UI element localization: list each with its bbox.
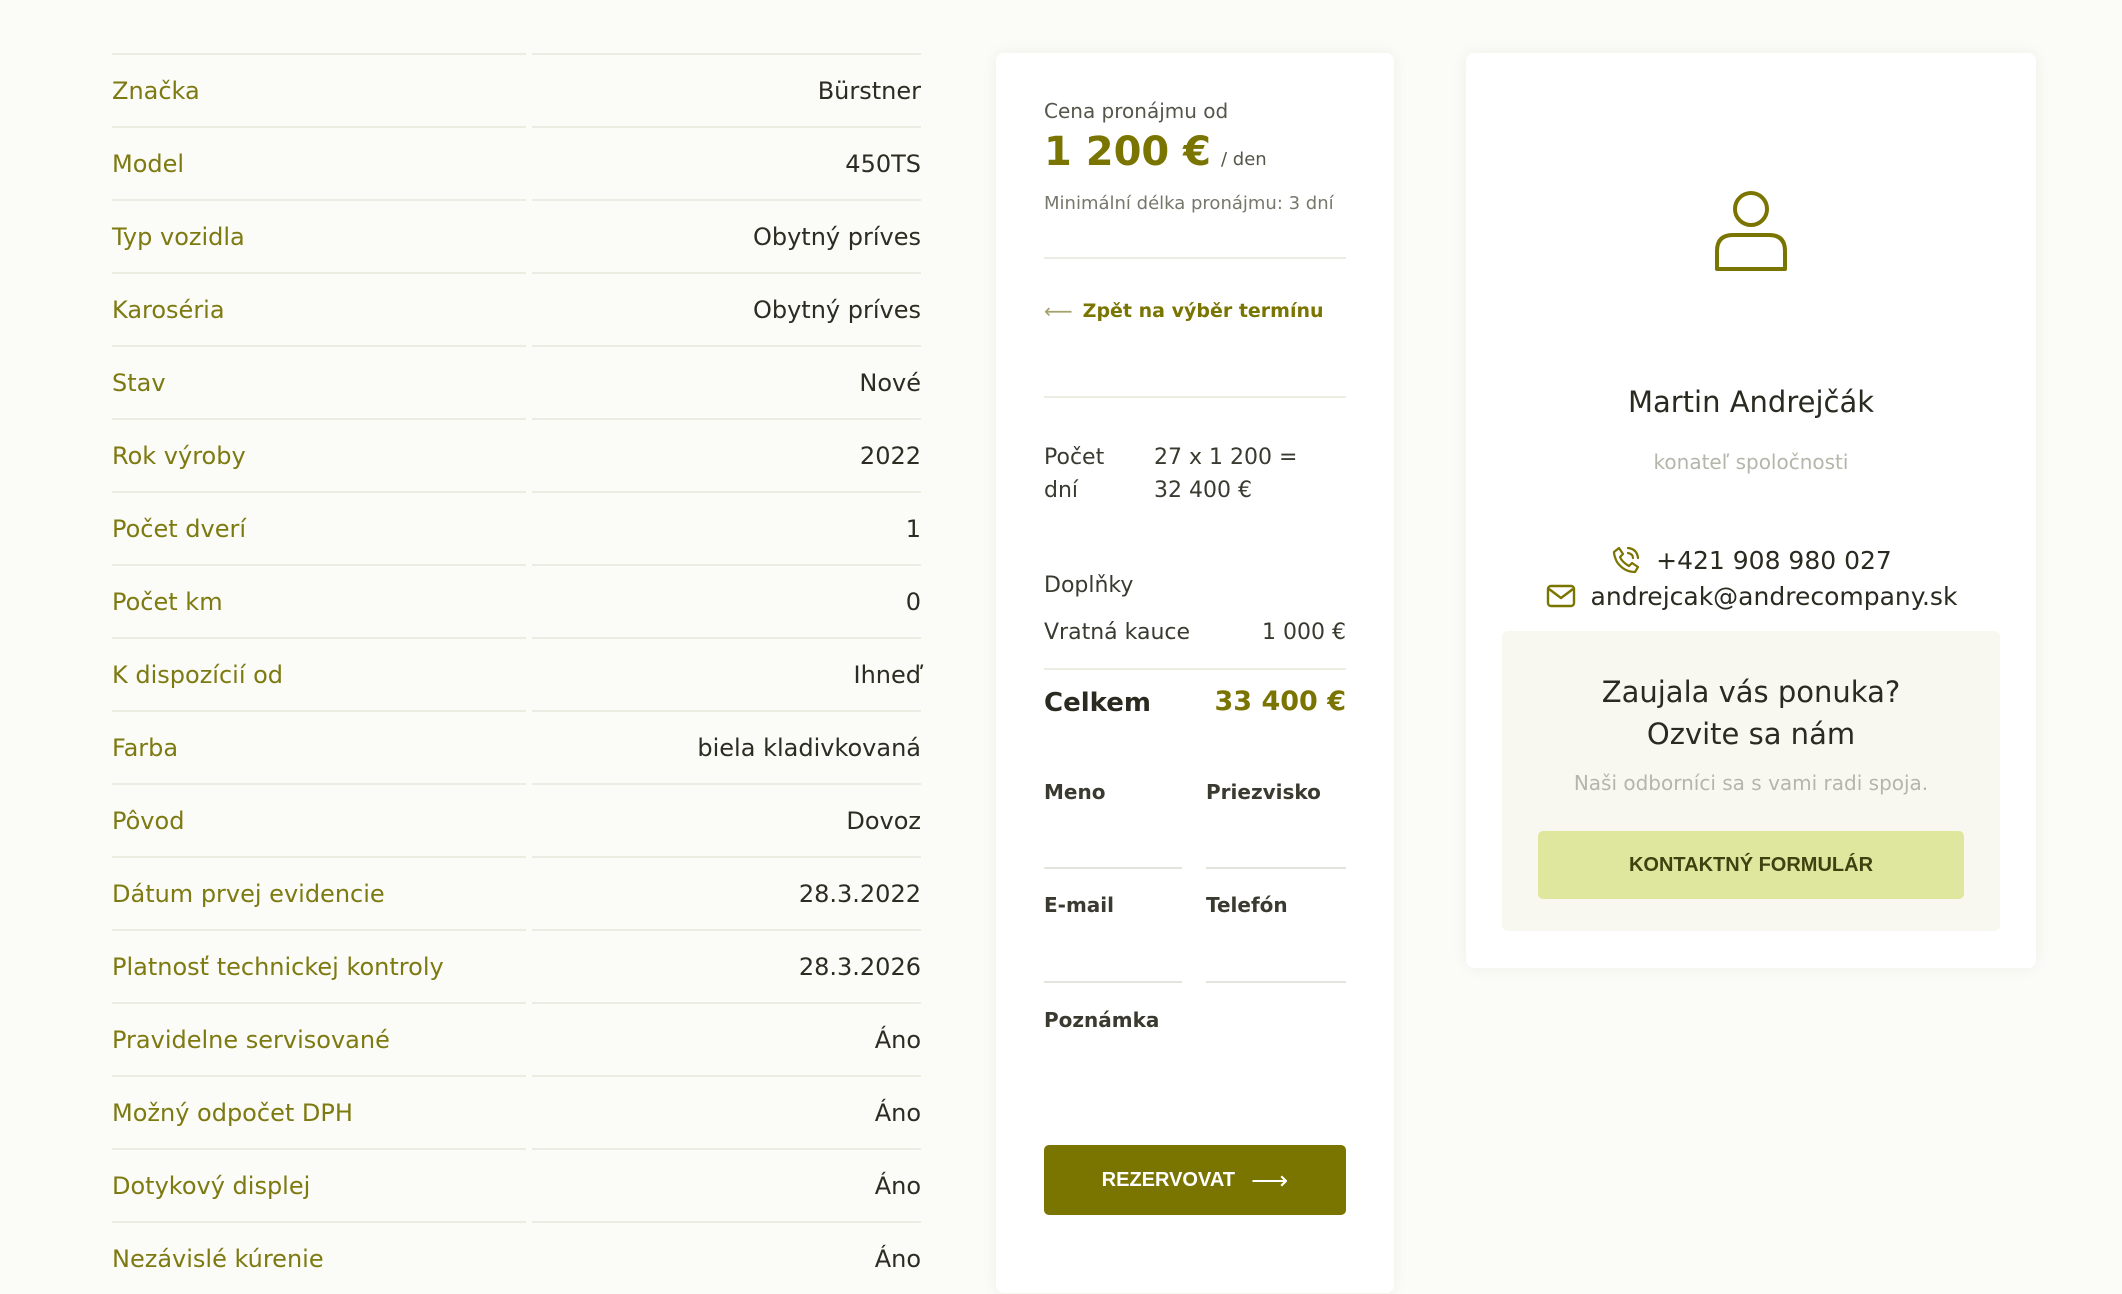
mail-icon (1546, 584, 1575, 608)
contact-phone-number: +421 908 980 027 (1656, 545, 1892, 575)
spec-value: Obytný príves (532, 272, 921, 345)
total-value: 33 400 € (1214, 686, 1346, 717)
back-to-dates-link[interactable]: ⟵ Zpět na výběr termínu (1044, 299, 1324, 323)
cta-box: Zaujala vás ponuka? Ozvite sa nám Naši o… (1502, 631, 2000, 931)
cta-subtitle: Naši odborníci sa s vami radi spoja. (1573, 771, 1929, 795)
note-textarea[interactable] (1044, 1053, 1346, 1160)
spec-row: Nezávislé kúrenie Áno (112, 1221, 921, 1294)
spec-label: Nezávislé kúrenie (112, 1221, 526, 1294)
spec-label: Dátum prvej evidencie (112, 856, 526, 929)
contact-phone[interactable]: +421 908 980 027 (1466, 544, 2036, 576)
spec-label: Pravidelne servisované (112, 1002, 526, 1075)
spec-label: K dispozícií od (112, 637, 526, 710)
spec-value: Áno (532, 1148, 921, 1221)
reserve-button[interactable]: REZERVOVAT ⟶ (1044, 1145, 1346, 1215)
spec-value: Áno (532, 1002, 921, 1075)
divider (1044, 257, 1346, 259)
spec-label: Farba (112, 710, 526, 783)
spec-value: Bürstner (532, 53, 921, 126)
spec-value: 28.3.2026 (532, 929, 921, 1002)
spec-row: Dátum prvej evidencie 28.3.2022 (112, 856, 921, 929)
spec-value: Áno (532, 1221, 921, 1294)
first-name-input[interactable] (1044, 815, 1182, 869)
contact-name: Martin Andrejčák (1627, 385, 1875, 419)
spec-label: Pôvod (112, 783, 526, 856)
cta-title: Zaujala vás ponuka? Ozvite sa nám (1502, 671, 2000, 755)
spec-row: Typ vozidla Obytný príves (112, 199, 921, 272)
spec-row: Karoséria Obytný príves (112, 272, 921, 345)
booking-card: Cena pronájmu od 1 200 € / den Minimální… (996, 53, 1394, 1293)
days-label: Počet dní (1044, 445, 1105, 503)
spec-value: 0 (532, 564, 921, 637)
spec-value: 1 (532, 491, 921, 564)
divider (1044, 396, 1346, 398)
spec-row: Počet km 0 (112, 564, 921, 637)
last-name-input[interactable] (1206, 815, 1346, 869)
phone-label: Telefón (1206, 893, 1288, 917)
vehicle-specs-table: Značka Bürstner Model 450TS Typ vozidla Obytn… (112, 53, 921, 1294)
spec-label: Karoséria (112, 272, 526, 345)
email-input[interactable] (1044, 929, 1182, 983)
contact-email[interactable]: andrejcak@andrecompany.sk (1466, 580, 2036, 612)
spec-label: Model (112, 126, 526, 199)
arrow-right-icon: ⟶ (1251, 1164, 1289, 1195)
spec-label: Značka (112, 53, 526, 126)
spec-value: Áno (532, 1075, 921, 1148)
spec-row: K dispozícií od Ihneď (112, 637, 921, 710)
spec-label: Stav (112, 345, 526, 418)
spec-label: Možný odpočet DPH (112, 1075, 526, 1148)
spec-value: 2022 (532, 418, 921, 491)
spec-row: Možný odpočet DPH Áno (112, 1075, 921, 1148)
spec-label: Platnosť technickej kontroly (112, 929, 526, 1002)
price-unit: / den (1221, 149, 1267, 170)
spec-row: Model 450TS (112, 126, 921, 199)
deposit-value: 1 000 € (1262, 620, 1346, 645)
spec-row: Stav Nové (112, 345, 921, 418)
user-icon (1715, 191, 1787, 271)
phone-input[interactable] (1206, 929, 1346, 983)
spec-label: Rok výroby (112, 418, 526, 491)
spec-value: 28.3.2022 (532, 856, 921, 929)
total-label: Celkem (1044, 688, 1151, 718)
spec-value: Dovoz (532, 783, 921, 856)
spec-row: Pôvod Dovoz (112, 783, 921, 856)
email-label: E-mail (1044, 893, 1115, 917)
note-label: Poznámka (1044, 1008, 1160, 1032)
divider (1044, 668, 1346, 670)
price-line: 1 200 € / den (1044, 129, 1267, 175)
price-value: 1 200 € (1044, 129, 1212, 175)
spec-value: Nové (532, 345, 921, 418)
first-name-label: Meno (1044, 780, 1106, 804)
back-link-label: Zpět na výběr termínu (1082, 300, 1324, 322)
phone-icon (1613, 546, 1640, 574)
arrow-left-icon: ⟵ (1044, 299, 1073, 323)
spec-row: Dotykový displej Áno (112, 1148, 921, 1221)
spec-value: 450TS (532, 126, 921, 199)
price-label: Cena pronájmu od (1044, 99, 1229, 123)
reserve-button-label: REZERVOVAT (1101, 1168, 1236, 1191)
last-name-label: Priezvisko (1206, 780, 1321, 804)
spec-label: Typ vozidla (112, 199, 526, 272)
spec-label: Dotykový displej (112, 1148, 526, 1221)
spec-row: Značka Bürstner (112, 53, 921, 126)
contact-form-button[interactable]: KONTAKTNÝ FORMULÁR (1538, 831, 1964, 899)
contact-card: Martin Andrejčák konateľ spoločnosti +42… (1466, 53, 2036, 968)
minimum-rent-note: Minimální délka pronájmu: 3 dní (1044, 193, 1334, 214)
spec-row: Pravidelne servisované Áno (112, 1002, 921, 1075)
days-calculation: 27 x 1 200 = 32 400 € (1154, 445, 1298, 503)
spec-row: Počet dverí 1 (112, 491, 921, 564)
spec-label: Počet km (112, 564, 526, 637)
spec-value: Ihneď (532, 637, 921, 710)
contact-role: konateľ spoločnosti (1653, 450, 1849, 474)
addons-label: Doplňky (1044, 573, 1134, 598)
spec-row: Platnosť technickej kontroly 28.3.2026 (112, 929, 921, 1002)
contact-email-address: andrejcak@andrecompany.sk (1590, 581, 1958, 611)
spec-row: Farba biela kladivkovaná (112, 710, 921, 783)
spec-label: Počet dverí (112, 491, 526, 564)
spec-value: Obytný príves (532, 199, 921, 272)
cta-title-text: Zaujala vás ponuka? Ozvite sa nám (1601, 675, 1901, 751)
spec-value: biela kladivkovaná (532, 710, 921, 783)
spec-row: Rok výroby 2022 (112, 418, 921, 491)
